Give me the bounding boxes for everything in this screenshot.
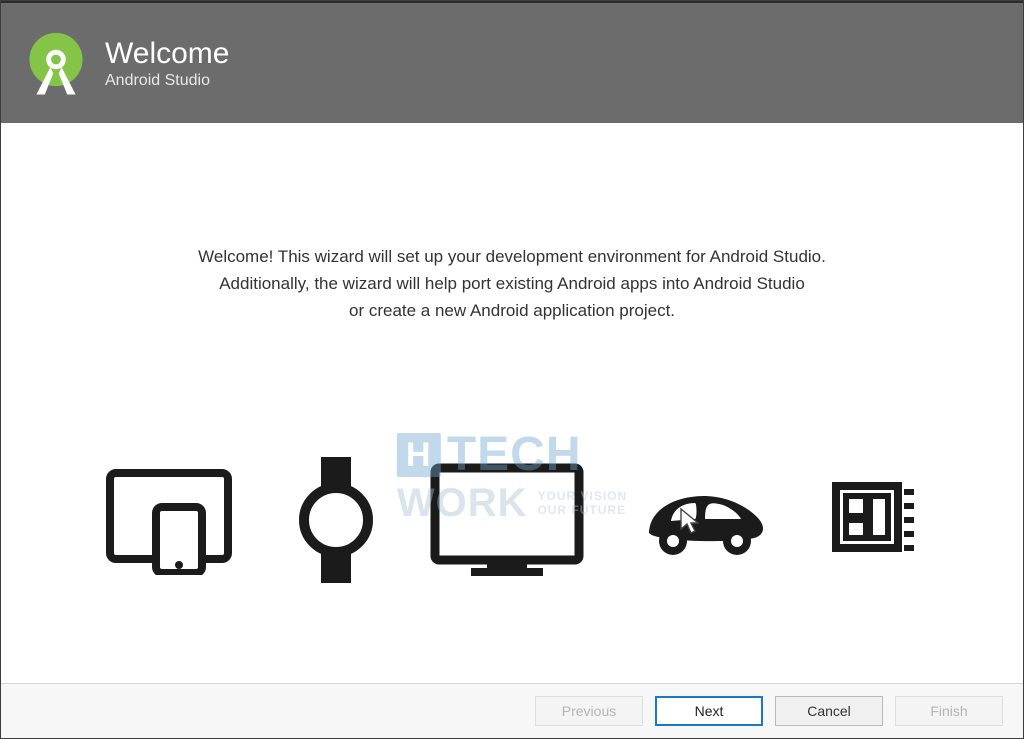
wizard-title: Welcome	[105, 37, 229, 70]
wizard-header: Welcome Android Studio	[1, 3, 1023, 123]
android-studio-logo-icon	[21, 28, 91, 98]
device-icons-row	[41, 455, 983, 585]
watch-icon	[291, 455, 381, 585]
wizard-window: Welcome Android Studio Welcome! This wiz…	[0, 0, 1024, 739]
car-icon	[633, 475, 773, 565]
next-button[interactable]: Next	[655, 696, 763, 726]
embedded-chip-icon	[820, 470, 920, 570]
welcome-line-2: Additionally, the wizard will help port …	[41, 270, 983, 297]
wizard-subtitle: Android Studio	[105, 72, 229, 90]
welcome-line-1: Welcome! This wizard will set up your de…	[41, 243, 983, 270]
welcome-line-3: or create a new Android application proj…	[41, 297, 983, 324]
cancel-button[interactable]: Cancel	[775, 696, 883, 726]
finish-button: Finish	[895, 696, 1003, 726]
tv-icon	[427, 460, 587, 580]
wizard-content: Welcome! This wizard will set up your de…	[1, 123, 1023, 680]
previous-button: Previous	[535, 696, 643, 726]
phone-tablet-icon	[104, 465, 244, 575]
wizard-footer: Previous Next Cancel Finish	[1, 683, 1023, 738]
welcome-message: Welcome! This wizard will set up your de…	[41, 243, 983, 325]
